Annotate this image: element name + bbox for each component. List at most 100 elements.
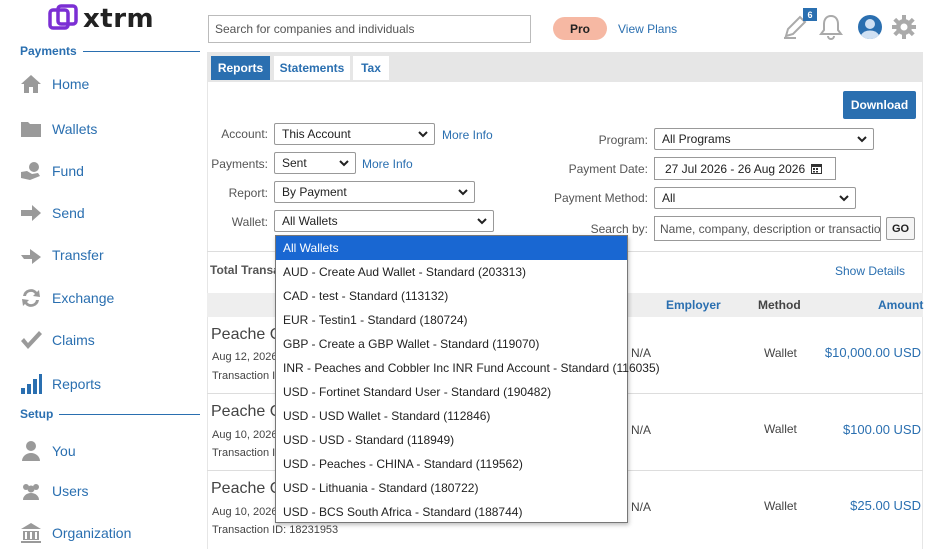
sidebar-item-fund[interactable]: Fund bbox=[20, 156, 200, 186]
tab-reports[interactable]: Reports bbox=[211, 56, 270, 80]
account-more-info-link[interactable]: More Info bbox=[442, 128, 493, 142]
row-payee-name[interactable]: Peache C bbox=[211, 403, 281, 421]
section-title-text: Payments bbox=[20, 44, 77, 58]
search-by-input[interactable] bbox=[654, 216, 881, 241]
transfer-arrow-icon bbox=[20, 244, 42, 266]
program-select-value: All Programs bbox=[662, 132, 731, 146]
account-select[interactable]: This Account bbox=[274, 123, 435, 145]
row-employer: N/A bbox=[631, 423, 652, 437]
users-icon bbox=[20, 480, 42, 502]
sidebar-item-home[interactable]: Home bbox=[20, 69, 200, 99]
sidebar-item-transfer[interactable]: Transfer bbox=[20, 240, 200, 270]
row-method: Wallet bbox=[764, 499, 797, 513]
wallet-option[interactable]: USD - BCS South Africa - Standard (18874… bbox=[276, 500, 627, 524]
sidebar-item-label: Home bbox=[52, 76, 90, 92]
search-by-label: Search by: bbox=[590, 222, 648, 236]
wallet-option[interactable]: USD - Peaches - CHINA - Standard (119562… bbox=[276, 452, 627, 476]
wallet-option[interactable]: CAD - test - Standard (113132) bbox=[276, 284, 627, 308]
payments-more-info-link[interactable]: More Info bbox=[362, 157, 413, 171]
wallet-dropdown-list[interactable]: All Wallets AUD - Create Aud Wallet - St… bbox=[275, 235, 660, 524]
row-amount[interactable]: $100.00 USD bbox=[843, 422, 921, 437]
go-button[interactable]: GO bbox=[886, 217, 915, 240]
sidebar-item-exchange[interactable]: Exchange bbox=[20, 283, 200, 313]
chevron-down-icon bbox=[339, 160, 349, 167]
sidebar: xtrm Payments Home Wallets Fund Send Tra… bbox=[0, 0, 205, 549]
sidebar-item-label: Claims bbox=[52, 332, 95, 348]
checkmark-icon bbox=[20, 329, 42, 351]
search-input[interactable] bbox=[208, 15, 531, 43]
wallet-option[interactable]: AUD - Create Aud Wallet - Standard (2033… bbox=[276, 260, 627, 284]
chevron-down-icon bbox=[857, 136, 867, 143]
sidebar-item-send[interactable]: Send bbox=[20, 198, 200, 228]
pro-badge[interactable]: Pro bbox=[553, 17, 607, 40]
sidebar-item-you[interactable]: You bbox=[20, 436, 200, 466]
payment-method-select[interactable]: All bbox=[654, 187, 856, 209]
chevron-down-icon bbox=[418, 131, 428, 138]
program-label: Program: bbox=[598, 133, 648, 147]
sidebar-item-users[interactable]: Users bbox=[20, 476, 200, 506]
wallet-option[interactable]: USD - Lithuania - Standard (180722) bbox=[276, 476, 627, 500]
wallet-select[interactable]: All Wallets bbox=[274, 210, 494, 232]
wallet-option[interactable]: USD - Fortinet Standard User - Standard … bbox=[276, 380, 627, 404]
row-method: Wallet bbox=[764, 346, 797, 360]
wallet-option[interactable]: EUR - Testin1 - Standard (180724) bbox=[276, 308, 627, 332]
row-employer: N/A bbox=[631, 500, 652, 514]
sidebar-item-label: Users bbox=[52, 483, 89, 499]
payments-select[interactable]: Sent bbox=[274, 152, 356, 174]
total-transactions-label: Total Transa bbox=[210, 263, 280, 277]
wallet-option[interactable]: USD - USD Wallet - Standard (112846) bbox=[276, 404, 627, 428]
profile-avatar-icon[interactable] bbox=[855, 12, 885, 42]
sidebar-item-reports[interactable]: Reports bbox=[20, 369, 200, 399]
program-select[interactable]: All Programs bbox=[654, 128, 874, 150]
tab-tax[interactable]: Tax bbox=[353, 56, 389, 80]
row-payee-name[interactable]: Peache C bbox=[211, 326, 281, 344]
download-button[interactable]: Download bbox=[843, 91, 916, 119]
tab-statements[interactable]: Statements bbox=[274, 56, 350, 80]
payment-method-label: Payment Method: bbox=[553, 191, 648, 205]
section-title-text: Setup bbox=[20, 407, 54, 421]
exchange-icon bbox=[20, 287, 42, 309]
row-method: Wallet bbox=[764, 422, 797, 436]
payment-date-label: Payment Date: bbox=[568, 162, 648, 176]
section-title-setup: Setup bbox=[20, 407, 200, 421]
chevron-down-icon bbox=[458, 189, 468, 196]
payments-select-value: Sent bbox=[282, 156, 307, 170]
sidebar-item-label: Send bbox=[52, 205, 85, 221]
row-transaction-id: Transaction I bbox=[212, 370, 276, 382]
building-icon bbox=[20, 522, 42, 544]
section-title-payments: Payments bbox=[20, 44, 200, 58]
wallet-option[interactable]: All Wallets bbox=[276, 236, 627, 260]
row-payee-name[interactable]: Peache C bbox=[211, 480, 281, 498]
payment-date-range-input[interactable]: 27 Jul 2026 - 26 Aug 2026 bbox=[654, 157, 836, 180]
wallet-option[interactable]: USD - USD - Standard (118949) bbox=[276, 428, 627, 452]
payments-label: Payments: bbox=[211, 157, 268, 171]
row-amount[interactable]: $25.00 USD bbox=[850, 498, 921, 513]
wallet-label: Wallet: bbox=[231, 215, 268, 229]
row-transaction-id: Transaction I bbox=[212, 447, 276, 459]
folder-icon bbox=[20, 118, 42, 140]
column-header-employer[interactable]: Employer bbox=[666, 298, 721, 312]
wallet-select-value: All Wallets bbox=[282, 214, 338, 228]
sidebar-item-organization[interactable]: Organization bbox=[20, 518, 200, 548]
home-icon bbox=[20, 73, 42, 95]
sidebar-item-claims[interactable]: Claims bbox=[20, 325, 200, 355]
wallet-option[interactable]: INR - Peaches and Cobbler Inc INR Fund A… bbox=[276, 356, 660, 380]
show-details-link[interactable]: Show Details bbox=[835, 264, 905, 278]
column-header-amount[interactable]: Amount bbox=[878, 298, 923, 312]
report-select-value: By Payment bbox=[282, 185, 347, 199]
sidebar-item-label: Wallets bbox=[52, 121, 98, 137]
row-amount[interactable]: $10,000.00 USD bbox=[825, 345, 921, 360]
gear-icon[interactable] bbox=[889, 12, 919, 42]
report-select[interactable]: By Payment bbox=[274, 181, 475, 203]
bell-icon[interactable] bbox=[816, 12, 846, 42]
row-employer: N/A bbox=[631, 346, 652, 360]
chevron-down-icon bbox=[839, 195, 849, 202]
calendar-icon bbox=[811, 164, 823, 174]
xtrm-logo[interactable]: xtrm bbox=[48, 3, 154, 35]
wallet-option[interactable]: GBP - Create a GBP Wallet - Standard (11… bbox=[276, 332, 627, 356]
hand-coin-icon bbox=[20, 160, 42, 182]
xtrm-logo-icon bbox=[48, 4, 78, 30]
view-plans-link[interactable]: View Plans bbox=[618, 22, 677, 36]
sidebar-item-label: You bbox=[52, 443, 76, 459]
sidebar-item-wallets[interactable]: Wallets bbox=[20, 114, 200, 144]
